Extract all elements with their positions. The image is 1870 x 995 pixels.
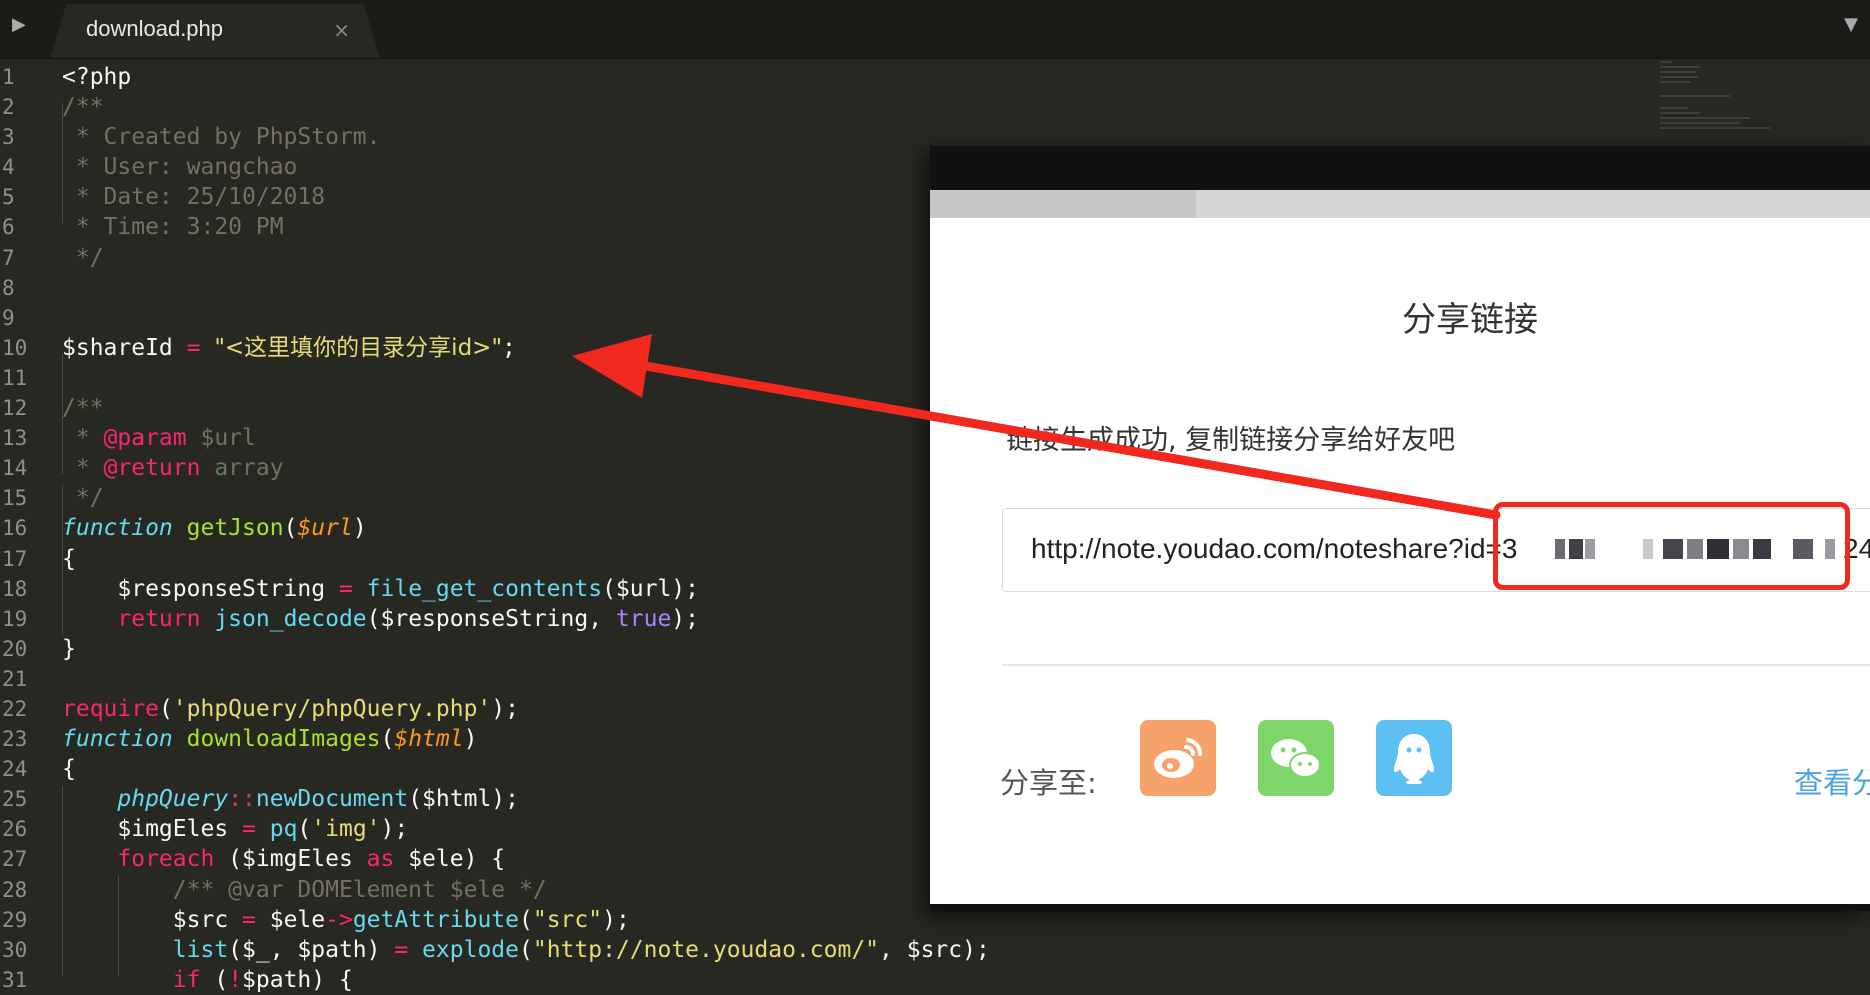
line-number: 31	[2, 967, 28, 992]
tab-menu-icon[interactable]: ▼	[1844, 14, 1858, 35]
line-number: 8	[2, 275, 15, 300]
line-number: 21	[2, 666, 28, 691]
share-to-label: 分享至:	[1000, 766, 1097, 800]
line-number: 10	[2, 335, 28, 360]
line-number: 4	[2, 155, 15, 180]
close-icon[interactable]: ×	[333, 18, 350, 42]
minimap-line	[1660, 61, 1672, 63]
minimap-line	[1660, 122, 1740, 124]
code-line: /**	[62, 94, 104, 121]
sidebar-toggle-icon[interactable]: ▶	[12, 14, 26, 35]
line-number: 30	[2, 937, 28, 962]
line-number: 16	[2, 516, 28, 541]
background-strip	[930, 190, 1870, 218]
code-line: list($_, $path) = explode("http://note.y…	[62, 936, 990, 963]
line-number: 5	[2, 185, 15, 210]
line-number: 1	[2, 65, 15, 89]
line-number: 3	[2, 125, 15, 150]
minimap-line	[1660, 71, 1696, 73]
divider	[1002, 664, 1870, 666]
minimap-line	[1660, 112, 1700, 114]
line-number: 23	[2, 727, 28, 752]
line-number: 17	[2, 546, 28, 571]
code-line: if (!$path) {	[62, 966, 353, 993]
weibo-icon	[1154, 738, 1203, 778]
line-number: 18	[2, 576, 28, 601]
wechat-icon	[1271, 739, 1321, 778]
line-number: 2	[2, 95, 15, 120]
share-link-prefix: http://note.youdao.com/noteshare?id=3	[1031, 533, 1518, 564]
view-share-link[interactable]: 查看分	[1794, 760, 1870, 802]
line-number: 29	[2, 907, 28, 932]
dialog-title: 分享链接	[1402, 300, 1538, 340]
line-number-gutter: 1 2 3 4 5 6 7 8 9 10 11 12 13 14 15 16 17 18 19 20 21 22 23 24 2…	[0, 62, 40, 995]
line-number: 7	[2, 245, 15, 270]
tab-download-php[interactable]: download.php ×	[50, 4, 380, 58]
minimap-line	[1660, 107, 1688, 109]
minimap-line	[1660, 81, 1690, 83]
background-strip-shade	[930, 190, 1196, 218]
minimap-line	[1660, 127, 1770, 129]
line-number: 13	[2, 426, 28, 451]
line-number: 24	[2, 757, 28, 782]
minimap-line	[1660, 76, 1698, 78]
line-number: 26	[2, 817, 28, 842]
minimap-line	[1660, 66, 1700, 68]
line-number: 12	[2, 396, 28, 421]
tab-label: download.php	[86, 16, 224, 41]
line-number: 25	[2, 787, 28, 812]
tab-bar: ▶ download.php × ▼	[0, 0, 1870, 59]
qq-share-button[interactable]	[1376, 720, 1452, 796]
line-number: 14	[2, 456, 28, 481]
line-number: 9	[2, 305, 15, 330]
dialog-message: 链接生成成功, 复制链接分享给好友吧	[1006, 425, 1456, 456]
line-number: 28	[2, 877, 28, 902]
line-number: 6	[2, 215, 15, 240]
qq-icon	[1394, 734, 1434, 784]
code-line: <?php	[62, 64, 132, 90]
wechat-share-button[interactable]	[1258, 720, 1334, 796]
line-number: 19	[2, 606, 28, 631]
line-number: 27	[2, 847, 28, 872]
line-number: 11	[2, 365, 28, 390]
weibo-share-button[interactable]	[1140, 720, 1216, 796]
line-number: 22	[2, 696, 28, 721]
highlight-box	[1493, 502, 1850, 590]
line-number: 20	[2, 636, 28, 661]
line-number: 15	[2, 486, 28, 511]
minimap-line	[1660, 117, 1750, 119]
minimap-line	[1660, 95, 1730, 97]
